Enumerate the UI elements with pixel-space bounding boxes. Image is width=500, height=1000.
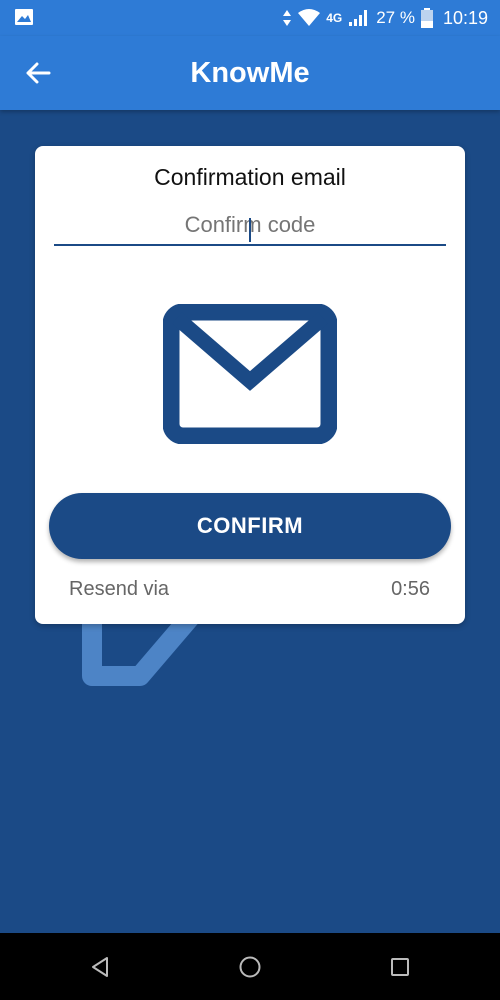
status-bar: 4G 27 % 10:19 [0, 0, 500, 36]
system-nav-bar [0, 933, 500, 1000]
network-type: 4G [326, 11, 343, 25]
app-title: KnowMe [190, 57, 310, 89]
card-title: Confirmation email [154, 164, 346, 190]
image-icon [15, 9, 33, 25]
battery-percent: 27 % [376, 8, 415, 27]
battery-icon [420, 8, 433, 28]
wifi-icon [298, 9, 321, 26]
data-arrows-icon [283, 10, 292, 26]
nav-recents-button[interactable] [384, 951, 416, 983]
back-triangle-icon [92, 957, 108, 977]
nav-home-button[interactable] [234, 951, 266, 983]
resend-via-link[interactable]: Resend via [69, 578, 169, 601]
confirm-button[interactable]: CONFIRM [49, 493, 451, 559]
resend-timer: 0:56 [391, 578, 430, 600]
confirmation-card: Confirmation email CONFIRM Resend via 0:… [35, 146, 465, 624]
recents-square-icon [391, 958, 409, 976]
home-circle-icon [239, 956, 261, 978]
signal-icon [349, 10, 368, 26]
text-caret [249, 218, 251, 242]
clock: 10:19 [442, 7, 488, 28]
nav-back-button[interactable] [84, 951, 116, 983]
mail-icon [163, 304, 337, 444]
app-bar: KnowMe [0, 36, 500, 110]
